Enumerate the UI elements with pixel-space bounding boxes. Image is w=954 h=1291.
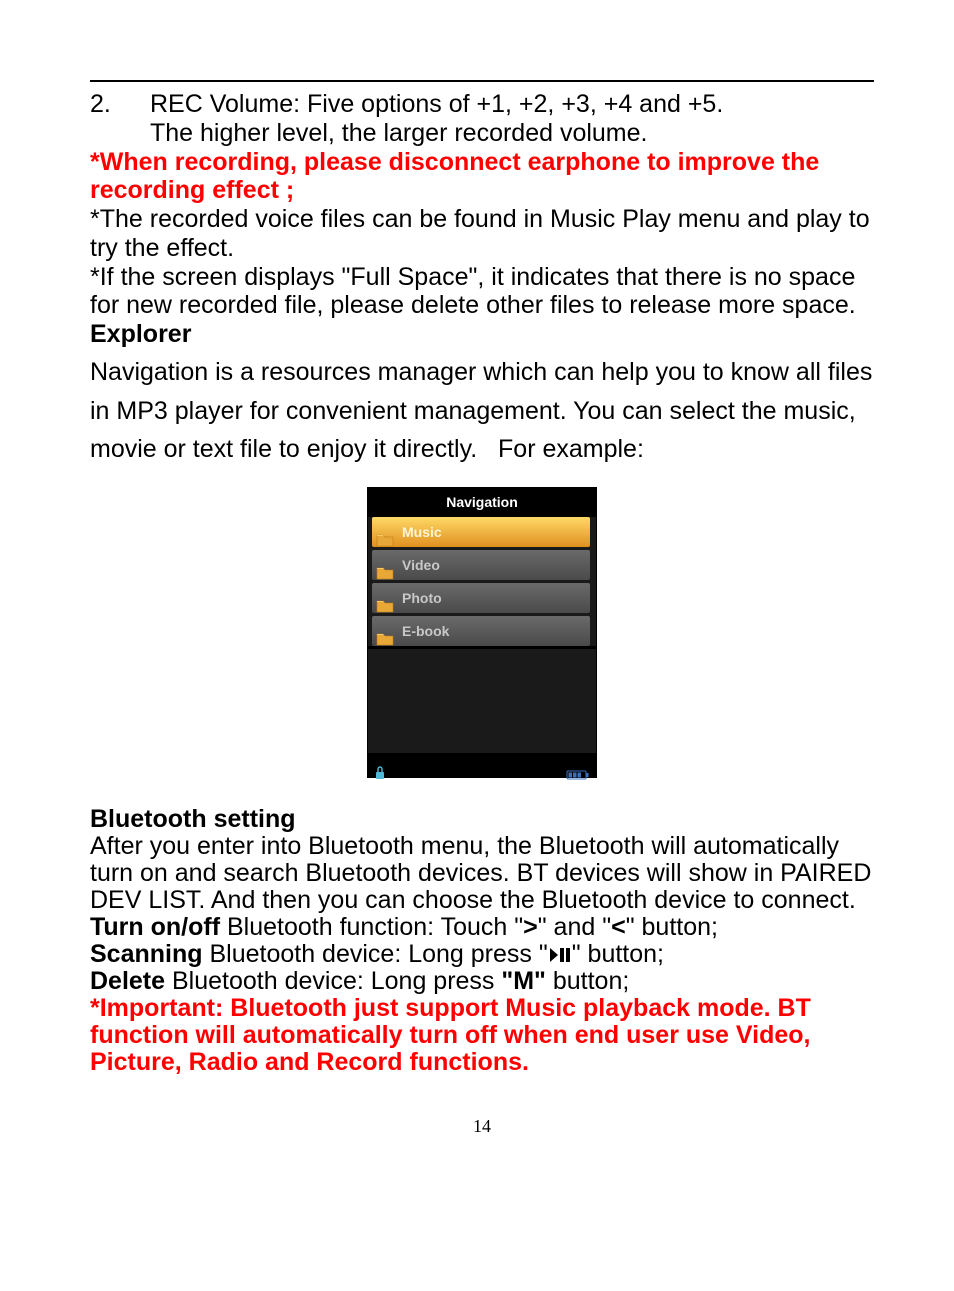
folder-icon bbox=[376, 591, 394, 605]
folder-icon bbox=[376, 624, 394, 638]
list-item-2: 2. REC Volume: Five options of +1, +2, +… bbox=[90, 90, 874, 148]
nav-label-ebook: E-book bbox=[402, 623, 449, 639]
turn-text2: " and " bbox=[538, 913, 611, 941]
lt-button: < bbox=[611, 913, 626, 941]
bluetooth-turn-onoff: Turn on/off Bluetooth function: Touch ">… bbox=[90, 914, 874, 941]
nav-list: Music Video Photo bbox=[368, 517, 596, 646]
explorer-paragraph: Navigation is a resources manager which … bbox=[90, 353, 874, 469]
nav-title: Navigation bbox=[368, 488, 596, 517]
nav-label-music: Music bbox=[402, 524, 442, 540]
delete-text1: Bluetooth device: Long press bbox=[165, 967, 501, 995]
list-line2: The higher level, the larger recorded vo… bbox=[150, 119, 648, 147]
nav-label-video: Video bbox=[402, 557, 440, 573]
folder-icon bbox=[376, 558, 394, 572]
scan-text2: " button; bbox=[572, 940, 664, 968]
nav-item-video: Video bbox=[372, 550, 590, 580]
turn-text3: " button; bbox=[626, 913, 718, 941]
note-recorded-files: *The recorded voice files can be found i… bbox=[90, 205, 874, 263]
scan-label: Scanning bbox=[90, 940, 203, 968]
list-line1: REC Volume: Five options of +1, +2, +3, … bbox=[150, 90, 723, 118]
bluetooth-scanning: Scanning Bluetooth device: Long press " "… bbox=[90, 941, 874, 968]
list-text: REC Volume: Five options of +1, +2, +3, … bbox=[150, 90, 874, 148]
play-pause-icon bbox=[548, 941, 572, 968]
scan-text1: Bluetooth device: Long press " bbox=[203, 940, 548, 968]
nav-status-bar bbox=[368, 753, 596, 777]
bluetooth-warning: *Important: Bluetooth just support Music… bbox=[90, 995, 874, 1076]
battery-icon bbox=[566, 759, 590, 771]
bluetooth-heading: Bluetooth setting bbox=[90, 806, 874, 833]
turn-label: Turn on/off bbox=[90, 913, 220, 941]
folder-icon bbox=[376, 525, 394, 539]
explorer-heading: Explorer bbox=[90, 320, 874, 349]
turn-text1: Bluetooth function: Touch " bbox=[220, 913, 523, 941]
bluetooth-intro: After you enter into Bluetooth menu, the… bbox=[90, 833, 874, 914]
m-button-label: "M" bbox=[501, 967, 546, 995]
nav-device: Navigation Music Video bbox=[367, 487, 597, 778]
nav-item-music: Music bbox=[372, 517, 590, 547]
nav-empty-space bbox=[368, 649, 596, 753]
nav-item-photo: Photo bbox=[372, 583, 590, 613]
list-number: 2. bbox=[90, 90, 150, 148]
nav-item-ebook: E-book bbox=[372, 616, 590, 646]
page-number: 14 bbox=[90, 1116, 874, 1137]
delete-label: Delete bbox=[90, 967, 165, 995]
lock-icon bbox=[374, 758, 386, 772]
recording-warning: *When recording, please disconnect earph… bbox=[90, 148, 874, 206]
note-full-space: *If the screen displays "Full Space", it… bbox=[90, 263, 874, 321]
delete-text2: button; bbox=[546, 967, 629, 995]
bluetooth-delete: Delete Bluetooth device: Long press "M" … bbox=[90, 968, 874, 995]
gt-button: > bbox=[523, 913, 538, 941]
navigation-screenshot: Navigation Music Video bbox=[90, 487, 874, 778]
nav-label-photo: Photo bbox=[402, 590, 442, 606]
